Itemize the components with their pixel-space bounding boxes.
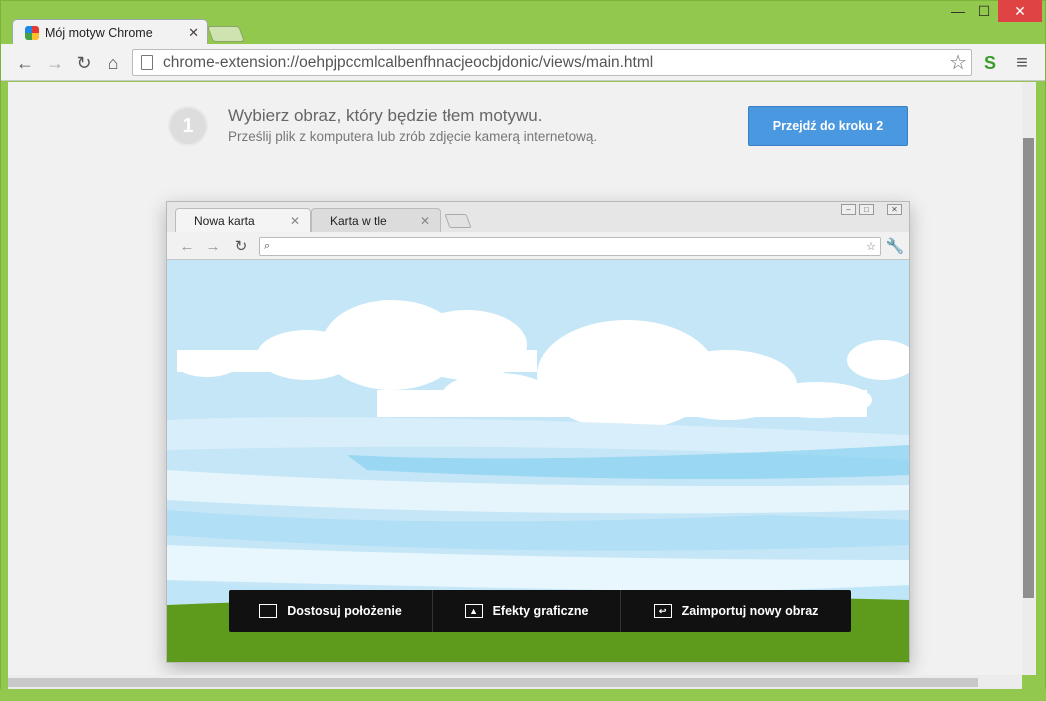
step-number: 1 [168, 106, 208, 146]
window-bottom-edge [0, 689, 1046, 701]
import-icon: ↩ [653, 604, 672, 618]
preview-tab-label: Nowa karta [194, 213, 255, 228]
next-step-button[interactable]: Przejdź do kroku 2 [748, 106, 908, 146]
horizontal-scrollbar-thumb[interactable] [8, 678, 978, 687]
action-label: Dostosuj położenie [287, 604, 402, 618]
back-button[interactable]: ← [12, 50, 38, 76]
preview-search-icon: ⌕ [264, 240, 271, 252]
theme-preview-window: Nowa karta ✕ Karta w tle ✕ – □ ✕ ← → ↻ ⌕… [166, 201, 910, 663]
step-title: Wybierz obraz, który będzie tłem motywu. [228, 106, 543, 125]
minimize-icon: — [951, 3, 965, 19]
preview-close-icon: ✕ [887, 204, 902, 215]
preview-tab-close-icon: ✕ [289, 213, 300, 228]
crop-icon [259, 604, 278, 618]
preview-tab-background: Karta w tle ✕ [311, 208, 441, 232]
import-image-button[interactable]: ↩ Zaimportuj nowy obraz [621, 590, 851, 632]
extension-s-icon: S [983, 52, 996, 73]
menu-button[interactable]: ≡ [1009, 50, 1035, 76]
preview-reload-icon: ↻ [234, 238, 248, 255]
theme-favicon-icon [25, 25, 39, 40]
close-icon: ✕ [1014, 2, 1026, 19]
preview-forward-icon: → [205, 237, 221, 255]
minimize-button[interactable]: — [946, 0, 970, 22]
reload-button[interactable]: ↻ [71, 50, 97, 76]
hamburger-menu-icon: ≡ [1016, 51, 1028, 74]
preview-new-tab-icon [444, 214, 472, 228]
forward-button[interactable]: → [42, 50, 68, 76]
preview-star-icon: ☆ [866, 241, 876, 253]
action-label: Efekty graficzne [492, 604, 589, 618]
preview-back-icon: ← [179, 237, 195, 255]
new-tab-button[interactable] [207, 26, 245, 42]
image-effects-icon: ▲ [464, 604, 483, 618]
action-label: Zaimportuj nowy obraz [681, 604, 819, 618]
browser-tab[interactable]: Mój motyw Chrome ✕ [12, 19, 208, 45]
preview-tab-label: Karta w tle [330, 213, 387, 228]
preview-tab-active: Nowa karta ✕ [175, 208, 311, 232]
home-icon: ⌂ [107, 52, 119, 73]
page-icon [141, 55, 153, 70]
image-effects-button[interactable]: ▲ Efekty graficzne [433, 590, 621, 632]
tab-close-icon[interactable]: ✕ [188, 25, 199, 41]
maximize-button[interactable]: ☐ [972, 0, 996, 22]
adjust-position-button[interactable]: Dostosuj położenie [229, 590, 433, 632]
close-button[interactable]: ✕ [998, 0, 1042, 22]
preview-wrench-icon: 🔧 [885, 238, 905, 255]
maximize-icon: ☐ [977, 2, 991, 19]
preview-maximize-icon: □ [859, 204, 874, 215]
preview-tab-close-icon: ✕ [419, 213, 430, 228]
tab-title: Mój motyw Chrome [45, 25, 153, 40]
home-button[interactable]: ⌂ [100, 50, 126, 76]
back-arrow-icon: ← [16, 52, 34, 73]
preview-minimize-icon: – [841, 204, 856, 215]
reload-icon: ↻ [76, 52, 92, 73]
step-subtitle: Prześlij plik z komputera lub zrób zdjęc… [228, 129, 598, 144]
bookmark-star-icon[interactable]: ☆ [949, 50, 967, 75]
vertical-scrollbar-thumb[interactable] [1023, 138, 1034, 598]
image-action-bar: Dostosuj położenie ▲ Efekty graficzne ↩ … [229, 590, 851, 632]
extension-button[interactable]: S [977, 50, 1003, 76]
url-text[interactable]: chrome-extension://oehpjpccmlcalbenfhnac… [163, 54, 949, 72]
preview-address-bar: ⌕ ☆ [259, 237, 881, 256]
forward-arrow-icon: → [46, 52, 64, 73]
address-bar[interactable]: chrome-extension://oehpjpccmlcalbenfhnac… [132, 49, 972, 76]
